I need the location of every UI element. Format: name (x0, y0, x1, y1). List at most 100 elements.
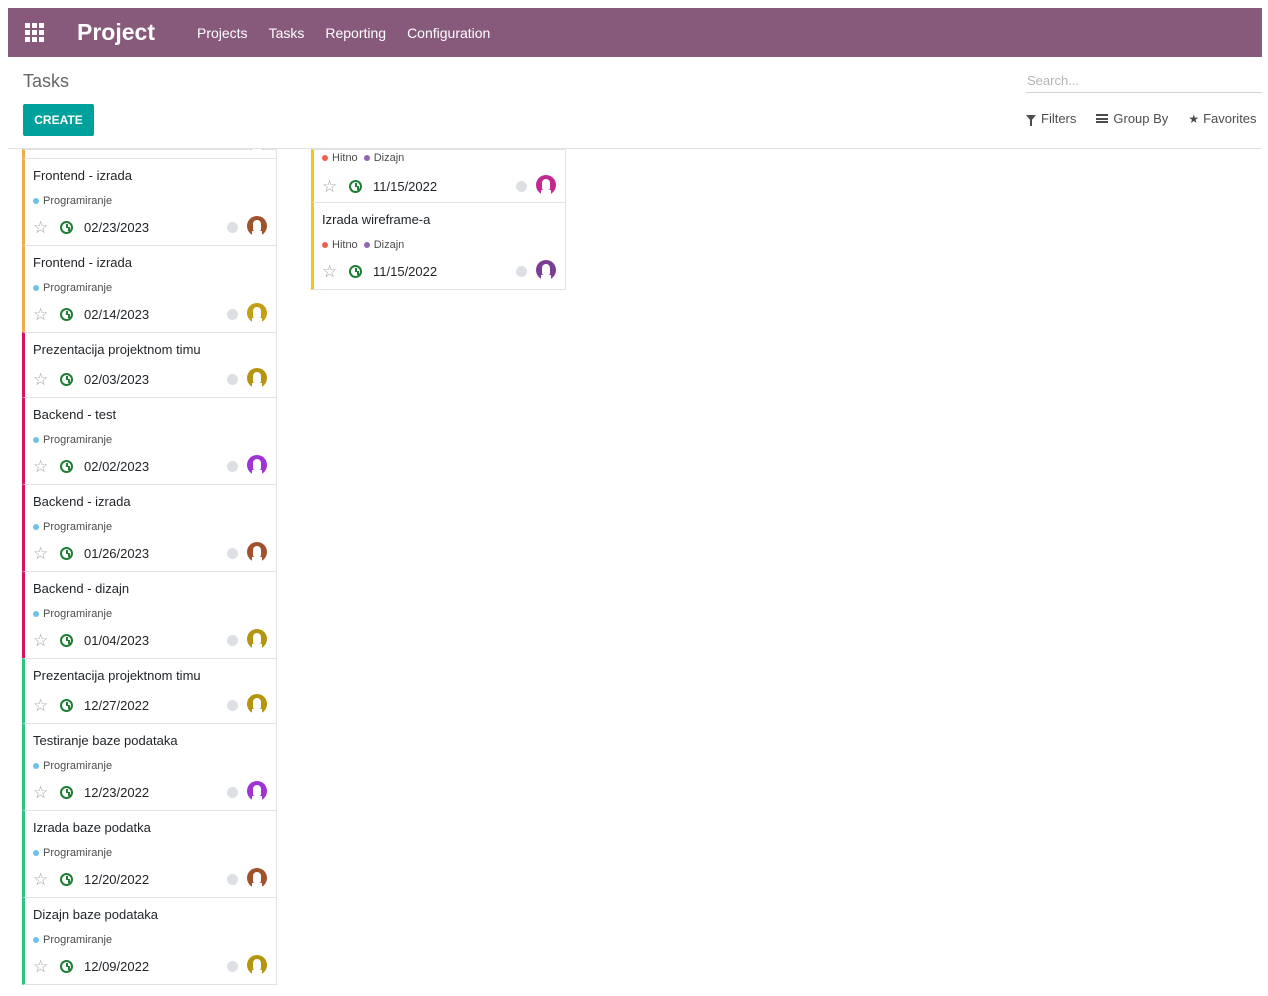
kanban-state-dot[interactable] (227, 308, 238, 320)
task-card[interactable]: Izrada baze podatka Programiranje ☆ 12/20/2… (22, 810, 277, 898)
card-status (227, 868, 268, 890)
avatar-icon[interactable] (535, 260, 557, 282)
tag-color-dot (33, 850, 39, 856)
kanban-column: ☆ Frontend - izrada Programiranje ☆ 02/23/20… (22, 149, 277, 985)
favorites-button[interactable]: ★ Favorites (1188, 111, 1256, 126)
task-title[interactable]: Frontend - izrada (33, 168, 132, 183)
tag-color-dot (363, 155, 370, 161)
kanban-state-dot[interactable] (227, 547, 238, 559)
kanban-state-dot[interactable] (227, 873, 238, 885)
avatar-icon[interactable] (246, 868, 268, 890)
avatar-icon[interactable] (246, 368, 268, 390)
avatar-icon[interactable] (246, 629, 268, 651)
kanban-state-dot[interactable] (516, 265, 527, 277)
tag-label: Programiranje (43, 434, 113, 446)
star-icon[interactable]: ☆ (33, 871, 53, 888)
star-icon[interactable]: ☆ (33, 219, 53, 236)
task-card[interactable]: Prezentacija projektnom timu ☆ 02/03/2023 (22, 332, 277, 398)
tag-color-dot (33, 198, 39, 204)
task-title[interactable]: Prezentacija projektnom timu (33, 668, 201, 683)
avatar-icon[interactable] (246, 542, 268, 564)
app-brand[interactable]: Project (77, 19, 155, 46)
star-icon[interactable]: ☆ (322, 263, 342, 280)
task-title[interactable]: Izrada baze podatka (33, 820, 151, 835)
star-icon[interactable]: ☆ (33, 458, 53, 475)
star-icon[interactable]: ☆ (33, 632, 53, 649)
kanban-state-dot[interactable] (227, 960, 238, 972)
star-icon[interactable]: ☆ (33, 958, 53, 975)
task-title[interactable]: Izrada wireframe-a (322, 212, 430, 227)
star-icon[interactable]: ☆ (33, 784, 53, 801)
avatar-icon[interactable] (246, 955, 268, 977)
tag-color-dot (322, 155, 328, 161)
tag: Programiranje (33, 847, 112, 859)
avatar-icon[interactable] (246, 216, 268, 238)
kanban-state-dot[interactable] (227, 460, 238, 472)
star-icon[interactable]: ☆ (33, 545, 53, 562)
task-card[interactable]: Dizajn baze podataka Programiranje ☆ 12/09/… (22, 897, 277, 985)
avatar-icon[interactable] (246, 303, 268, 325)
star-icon[interactable]: ☆ (33, 371, 53, 388)
avatar-icon[interactable] (246, 694, 268, 716)
card-status (227, 368, 268, 390)
kanban-state-dot[interactable] (516, 180, 527, 192)
star-icon[interactable]: ☆ (33, 149, 53, 151)
kanban-state-dot[interactable] (227, 373, 238, 385)
deadline-date: 02/23/2023 (84, 219, 150, 235)
task-card[interactable]: Testiranje baze podataka Programiranje ☆ 12… (22, 723, 277, 811)
avatar-icon[interactable] (246, 781, 268, 803)
menu-configuration[interactable]: Configuration (407, 25, 490, 41)
tag-label: Programiranje (43, 521, 113, 533)
card-footer: ☆ 02/14/2023 (33, 303, 268, 325)
avatar-icon[interactable] (246, 455, 268, 477)
apps-grid-icon[interactable] (24, 23, 44, 43)
clock-icon (60, 372, 73, 386)
task-card[interactable]: Frontend - izrada Programiranje ☆ 02/14/202… (22, 245, 277, 333)
kanban-state-dot[interactable] (227, 699, 238, 711)
avatar-icon[interactable] (246, 149, 268, 153)
menu-tasks[interactable]: Tasks (269, 25, 305, 41)
filters-button[interactable]: Filters (1026, 111, 1076, 126)
tag-label: Hitno (332, 152, 358, 164)
tag-list: Programiranje (33, 282, 118, 294)
search-input[interactable] (1026, 69, 1262, 93)
menu-reporting[interactable]: Reporting (325, 25, 386, 41)
create-button[interactable]: CREATE (23, 104, 94, 136)
card-footer: ☆ 02/23/2023 (33, 216, 268, 238)
kanban-state-dot[interactable] (227, 634, 238, 646)
task-title[interactable]: Prezentacija projektnom timu (33, 342, 201, 357)
menu-projects[interactable]: Projects (197, 25, 248, 41)
tag-color-dot (33, 285, 39, 291)
kanban-state-dot[interactable] (227, 221, 238, 233)
task-card[interactable]: Frontend - izrada Programiranje ☆ 02/23/202… (22, 158, 277, 246)
task-title[interactable]: Backend - dizajn (33, 581, 129, 596)
task-title[interactable]: Backend - test (33, 407, 116, 422)
task-card[interactable]: Backend - dizajn Programiranje ☆ 01/04/2023 (22, 571, 277, 659)
tag-color-dot (33, 437, 39, 443)
star-icon[interactable]: ☆ (33, 306, 53, 323)
deadline-date: 11/15/2022 (373, 178, 438, 194)
tag-list: Hitno Dizajn (322, 239, 410, 251)
avatar-icon[interactable] (535, 175, 557, 197)
card-footer: ☆ 12/09/2022 (33, 955, 268, 977)
task-title[interactable]: Frontend - izrada (33, 255, 132, 270)
task-card[interactable]: Prezentacija projektnom timu ☆ 12/27/2022 (22, 658, 277, 724)
task-card[interactable]: Izrada wireframe-a Hitno Dizajn ☆ 11/15/2022 (311, 202, 566, 290)
star-icon[interactable]: ☆ (33, 697, 53, 714)
tag-label: Dizajn (373, 239, 405, 251)
task-title[interactable]: Testiranje baze podataka (33, 733, 178, 748)
star-icon[interactable]: ☆ (322, 178, 342, 195)
task-card[interactable]: Hitno Dizajn ☆ 11/15/2022 (311, 149, 566, 203)
tag-list: Programiranje (33, 847, 118, 859)
card-status (227, 955, 268, 977)
kanban-state-dot[interactable] (227, 786, 238, 798)
card-footer: ☆ 12/27/2022 (33, 694, 268, 716)
card-footer: ☆ 12/23/2022 (33, 781, 268, 803)
deadline-date: 01/04/2023 (84, 632, 150, 648)
task-title[interactable]: Dizajn baze podataka (33, 907, 158, 922)
group-by-button[interactable]: Group By (1096, 111, 1168, 126)
clock-icon (60, 872, 73, 886)
task-card[interactable]: Backend - test Programiranje ☆ 02/02/2023 (22, 397, 277, 485)
task-title[interactable]: Backend - izrada (33, 494, 131, 509)
task-card[interactable]: Backend - izrada Programiranje ☆ 01/26/2023 (22, 484, 277, 572)
